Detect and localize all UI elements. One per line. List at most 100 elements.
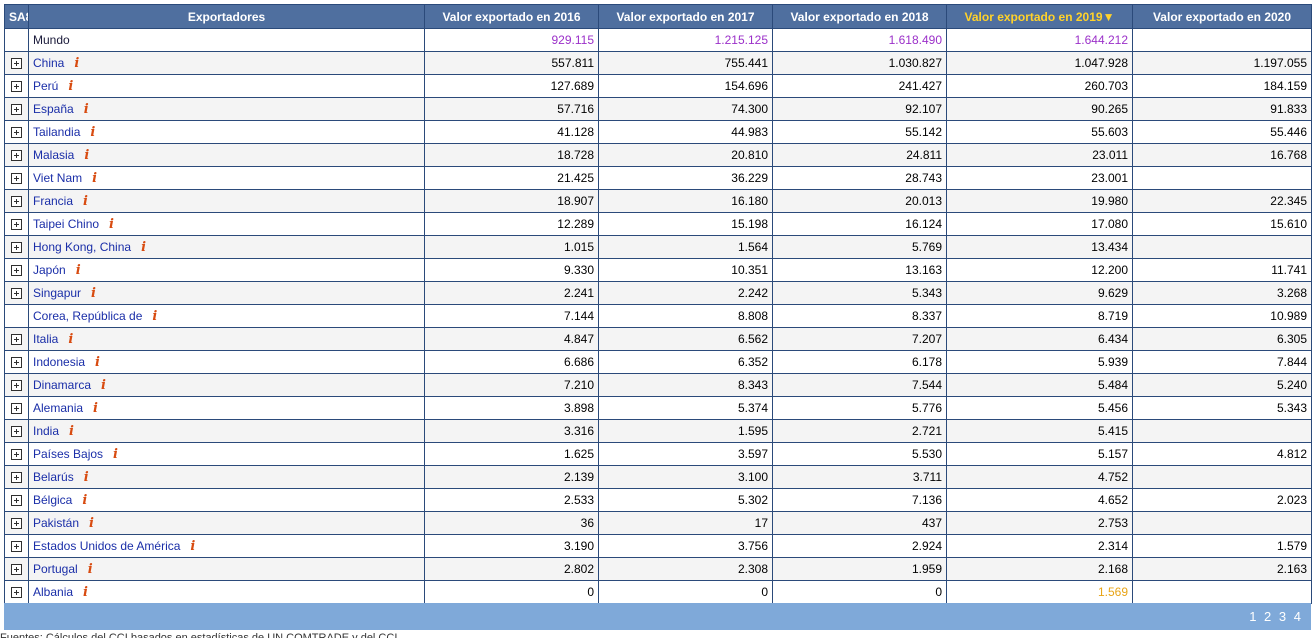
country-link[interactable]: Pakistán: [33, 516, 79, 530]
world-name-cell: Mundo: [28, 28, 425, 52]
expand-plus-icon[interactable]: [11, 564, 22, 576]
expand-plus-icon[interactable]: [11, 127, 22, 139]
expand-plus-icon[interactable]: [11, 265, 22, 277]
value-2017: 1.564: [598, 235, 773, 259]
value-2017: 2.308: [598, 557, 773, 581]
country-link[interactable]: Bélgica: [33, 493, 72, 507]
country-link[interactable]: España: [33, 102, 74, 116]
expand-cell: [4, 373, 29, 397]
col-header-sa8[interactable]: SA8: [4, 4, 29, 29]
info-icon[interactable]: i: [83, 195, 88, 208]
country-link[interactable]: Belarús: [33, 470, 74, 484]
info-icon[interactable]: i: [190, 540, 195, 553]
country-link[interactable]: Viet Nam: [33, 171, 82, 185]
info-icon[interactable]: i: [92, 172, 97, 185]
country-link[interactable]: Países Bajos: [33, 447, 103, 461]
expand-plus-icon[interactable]: [11, 334, 22, 346]
exporter-cell: Países Bajos i: [28, 442, 425, 466]
country-link[interactable]: Portugal: [33, 562, 78, 576]
info-icon[interactable]: i: [88, 563, 93, 576]
expand-plus-icon[interactable]: [11, 518, 22, 530]
expand-plus-icon[interactable]: [11, 495, 22, 507]
exporter-cell: Francia i: [28, 189, 425, 213]
country-link[interactable]: Italia: [33, 332, 58, 346]
info-icon[interactable]: i: [90, 126, 95, 139]
expand-plus-icon[interactable]: [11, 242, 22, 254]
country-link[interactable]: Albania: [33, 585, 73, 599]
value-2018: 20.013: [772, 189, 947, 213]
info-icon[interactable]: i: [141, 241, 146, 254]
info-icon[interactable]: i: [82, 494, 87, 507]
expand-plus-icon[interactable]: [11, 196, 22, 208]
info-icon[interactable]: i: [84, 471, 89, 484]
exporter-cell: Japón i: [28, 258, 425, 282]
country-link[interactable]: Indonesia: [33, 355, 85, 369]
info-icon[interactable]: i: [68, 80, 73, 93]
country-link[interactable]: Corea, República de: [33, 309, 142, 323]
country-link[interactable]: Dinamarca: [33, 378, 91, 392]
info-icon[interactable]: i: [93, 402, 98, 415]
value-2020: 10.989: [1132, 304, 1312, 328]
col-header-2019-sorted[interactable]: Valor exportado en 2019▼: [946, 4, 1133, 29]
expand-plus-icon[interactable]: [11, 357, 22, 369]
expand-plus-icon[interactable]: [11, 81, 22, 93]
col-header-2016[interactable]: Valor exportado en 2016: [424, 4, 599, 29]
info-icon[interactable]: i: [95, 356, 100, 369]
country-link[interactable]: Singapur: [33, 286, 81, 300]
country-link[interactable]: Tailandia: [33, 125, 80, 139]
country-link[interactable]: Alemania: [33, 401, 83, 415]
col-header-2020[interactable]: Valor exportado en 2020: [1132, 4, 1312, 29]
info-icon[interactable]: i: [83, 586, 88, 599]
expand-plus-icon[interactable]: [11, 472, 22, 484]
info-icon[interactable]: i: [113, 448, 118, 461]
expand-plus-icon[interactable]: [11, 541, 22, 553]
value-2019: 5.456: [946, 396, 1133, 420]
expand-plus-icon[interactable]: [11, 173, 22, 185]
country-link[interactable]: Hong Kong, China: [33, 240, 131, 254]
expand-plus-icon[interactable]: [11, 288, 22, 300]
info-icon[interactable]: i: [84, 103, 89, 116]
country-link[interactable]: Japón: [33, 263, 66, 277]
page-link-3[interactable]: 3: [1279, 609, 1288, 624]
page-link-2[interactable]: 2: [1264, 609, 1273, 624]
value-2020: 2.163: [1132, 557, 1312, 581]
country-link[interactable]: Malasia: [33, 148, 74, 162]
info-icon[interactable]: i: [91, 287, 96, 300]
country-link[interactable]: India: [33, 424, 59, 438]
table-row: Pakistán i 36 17 437 2.753: [4, 511, 1312, 535]
page-link-1[interactable]: 1: [1249, 609, 1258, 624]
info-icon[interactable]: i: [68, 333, 73, 346]
expand-plus-icon[interactable]: [11, 587, 22, 599]
value-2020: 16.768: [1132, 143, 1312, 167]
world-value-2017: 1.215.125: [598, 28, 773, 52]
expand-plus-icon[interactable]: [11, 58, 22, 70]
info-icon[interactable]: i: [74, 57, 79, 70]
info-icon[interactable]: i: [76, 264, 81, 277]
info-icon[interactable]: i: [84, 149, 89, 162]
country-link[interactable]: China: [33, 56, 64, 70]
expand-cell: [4, 97, 29, 121]
exporter-cell: Bélgica i: [28, 488, 425, 512]
expand-plus-icon[interactable]: [11, 150, 22, 162]
expand-plus-icon[interactable]: [11, 219, 22, 231]
col-header-2018[interactable]: Valor exportado en 2018: [772, 4, 947, 29]
expand-plus-icon[interactable]: [11, 380, 22, 392]
col-header-exporters[interactable]: Exportadores: [28, 4, 425, 29]
expand-plus-icon[interactable]: [11, 104, 22, 116]
value-2016: 127.689: [424, 74, 599, 98]
info-icon[interactable]: i: [89, 517, 94, 530]
expand-plus-icon[interactable]: [11, 403, 22, 415]
info-icon[interactable]: i: [152, 310, 157, 323]
info-icon[interactable]: i: [101, 379, 106, 392]
info-icon[interactable]: i: [109, 218, 114, 231]
page-link-4[interactable]: 4: [1294, 609, 1303, 624]
country-link[interactable]: Estados Unidos de América: [33, 539, 180, 553]
info-icon[interactable]: i: [69, 425, 74, 438]
country-link[interactable]: Francia: [33, 194, 73, 208]
expand-cell: [4, 488, 29, 512]
country-link[interactable]: Perú: [33, 79, 58, 93]
expand-plus-icon[interactable]: [11, 449, 22, 461]
country-link[interactable]: Taipei Chino: [33, 217, 99, 231]
col-header-2017[interactable]: Valor exportado en 2017: [598, 4, 773, 29]
expand-plus-icon[interactable]: [11, 426, 22, 438]
